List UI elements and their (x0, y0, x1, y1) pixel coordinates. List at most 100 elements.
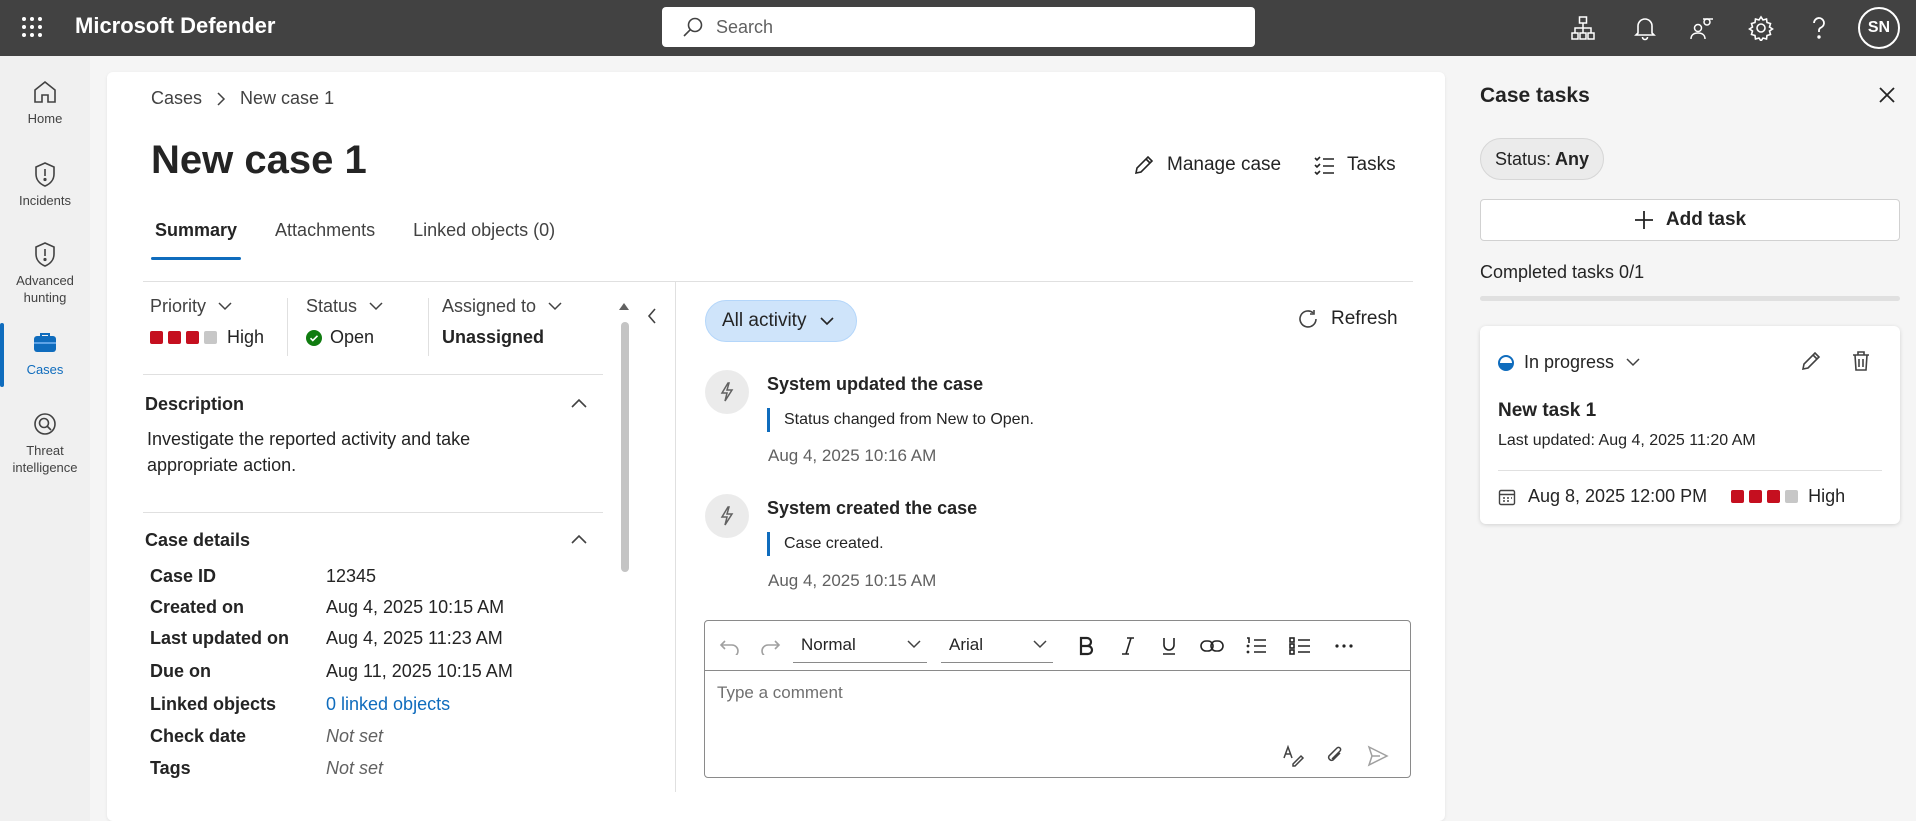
org-chart-icon[interactable] (1568, 13, 1598, 43)
scrollbar-thumb[interactable] (621, 322, 629, 572)
detail-value: Not set (326, 758, 384, 778)
app-title[interactable]: Microsoft Defender (75, 13, 275, 39)
status-filter-chip[interactable]: Status: Any (1480, 138, 1604, 180)
search-icon (682, 16, 704, 38)
task-due-date: Aug 8, 2025 12:00 PM (1528, 486, 1708, 506)
activity-filter-label: All activity (722, 310, 807, 331)
activity-title: System created the case (767, 498, 978, 518)
task-name[interactable]: New task 1 (1498, 400, 1596, 422)
manage-case-button[interactable]: Manage case (1133, 150, 1281, 180)
detail-value: Aug 4, 2025 10:15 AM (326, 597, 505, 617)
gear-icon[interactable] (1746, 13, 1776, 43)
priority-bar-filled (1767, 490, 1781, 503)
font-select[interactable]: Arial (941, 631, 1053, 663)
send-icon[interactable] (1365, 743, 1391, 769)
chevron-down-icon (548, 302, 562, 311)
numbered-list-icon[interactable] (1243, 633, 1269, 659)
activity-time: Aug 4, 2025 10:16 AM (768, 446, 937, 465)
linked-objects-link[interactable]: 0 linked objects (326, 694, 450, 715)
divider (287, 298, 288, 356)
detail-key: Tags (150, 758, 191, 778)
nav-item-threat-intelligence[interactable]: Threat intelligence (0, 410, 90, 476)
chevron-up-icon[interactable] (571, 398, 587, 408)
help-icon[interactable] (1804, 13, 1834, 43)
add-task-button[interactable]: Add task (1480, 199, 1900, 241)
briefcase-icon (0, 329, 90, 359)
refresh-label: Refresh (1331, 308, 1398, 329)
breadcrumb-current: New case 1 (240, 88, 335, 108)
refresh-button[interactable]: Refresh (1297, 308, 1398, 330)
search-box[interactable] (662, 7, 1255, 47)
status-label: Status (306, 296, 358, 316)
tabs-divider (143, 281, 1413, 282)
waffle-icon[interactable] (21, 16, 43, 38)
nav-item-home[interactable]: Home (0, 78, 90, 127)
status-text: Open (330, 327, 375, 347)
activity-detail: Status changed from New to Open. (767, 408, 1034, 432)
activity-filter-dropdown[interactable]: All activity (705, 300, 857, 342)
bold-icon[interactable] (1073, 633, 1099, 659)
chevron-down-icon (369, 302, 383, 311)
font-value: Arial (949, 635, 984, 654)
status-property[interactable]: Status Open (306, 296, 383, 348)
nav-label: Home (27, 111, 63, 126)
attach-icon[interactable] (1322, 743, 1348, 769)
delete-task-icon[interactable] (1851, 350, 1871, 372)
priority-bar-filled (150, 331, 163, 344)
task-card[interactable]: In progress New task 1 Last updated: Aug… (1480, 326, 1900, 524)
case-details-header[interactable]: Case details (145, 530, 250, 551)
paragraph-style-select[interactable]: Normal (793, 631, 927, 663)
comment-input[interactable] (717, 683, 1317, 703)
chevron-right-icon (216, 91, 226, 106)
assigned-to-property[interactable]: Assigned to Unassigned (442, 296, 562, 348)
text-format-icon[interactable] (1280, 743, 1306, 769)
paragraph-style-value: Normal (801, 635, 856, 654)
italic-icon[interactable] (1115, 633, 1141, 659)
status-filter-value: Any (1555, 148, 1590, 169)
manage-case-label: Manage case (1167, 154, 1282, 175)
description-header[interactable]: Description (145, 394, 244, 415)
more-options-icon[interactable] (1331, 633, 1357, 659)
bulleted-list-icon[interactable] (1287, 633, 1313, 659)
chevron-down-icon (820, 316, 835, 325)
activity-time: Aug 4, 2025 10:15 AM (768, 571, 937, 590)
check-circle-icon (306, 329, 322, 346)
nav-item-advanced-hunting[interactable]: Advanced hunting (0, 240, 90, 306)
left-scrollbar[interactable] (617, 300, 631, 756)
nav-item-cases[interactable]: Cases (0, 323, 90, 387)
chevron-left-icon[interactable] (647, 308, 657, 324)
case-tasks-title: Case tasks (1480, 84, 1590, 107)
underline-icon[interactable] (1156, 633, 1182, 659)
edit-task-icon[interactable] (1800, 350, 1822, 372)
tasks-button[interactable]: Tasks (1313, 150, 1396, 180)
nav-item-incidents[interactable]: Incidents (0, 160, 90, 209)
close-icon[interactable] (1878, 86, 1896, 104)
tab-summary[interactable]: Summary (151, 220, 242, 260)
tab-attachments[interactable]: Attachments (271, 220, 379, 260)
scroll-up-icon[interactable] (617, 300, 631, 312)
task-meta: Aug 8, 2025 12:00 PM High (1498, 486, 1845, 507)
breadcrumb: Cases New case 1 (151, 88, 334, 109)
breadcrumb-cases-link[interactable]: Cases (151, 88, 202, 109)
divider (428, 298, 429, 356)
top-bar: Microsoft Defender SN (0, 0, 1916, 56)
task-status-dropdown[interactable]: In progress (1498, 352, 1640, 373)
bell-icon[interactable] (1630, 13, 1660, 43)
chevron-up-icon[interactable] (571, 534, 587, 544)
case-tasks-panel: Case tasks Status: Any Add task Complete… (1460, 56, 1916, 821)
link-icon[interactable] (1199, 633, 1225, 659)
people-icon[interactable] (1687, 13, 1717, 43)
undo-icon[interactable] (717, 633, 743, 659)
redo-icon[interactable] (757, 633, 783, 659)
plus-icon (1634, 211, 1653, 229)
chevron-down-icon (1626, 358, 1640, 367)
chevron-down-icon (907, 640, 921, 649)
chevron-down-icon (1033, 640, 1047, 649)
tab-linked-objects[interactable]: Linked objects (0) (409, 220, 559, 260)
divider (143, 374, 603, 375)
detail-key: Due on (150, 661, 211, 681)
search-input[interactable] (716, 13, 1236, 41)
priority-property[interactable]: Priority High (150, 296, 264, 348)
avatar[interactable]: SN (1858, 7, 1900, 49)
priority-text: High (227, 327, 265, 347)
